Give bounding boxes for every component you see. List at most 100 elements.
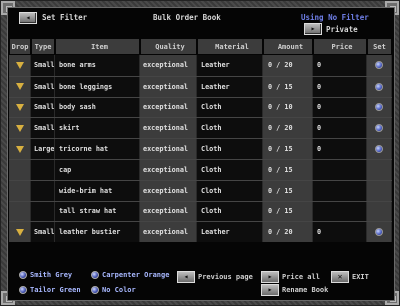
type-cell: Small [31, 55, 55, 76]
amount-cell: 0 / 15 [263, 159, 313, 180]
item-cell: bone leggings [55, 76, 140, 97]
type-cell: Small [31, 76, 55, 97]
material-cell: Cloth [197, 201, 263, 222]
drop-arrow-icon[interactable] [15, 103, 24, 111]
amount-cell: 0 / 10 [263, 97, 313, 118]
table-body: Small bone arms exceptional Leather 0 / 20 0 S… [9, 55, 392, 243]
radio-icon [91, 286, 99, 294]
smith-grey-label: Smith Grey [30, 271, 73, 279]
arrow-left-icon: ◂ [177, 271, 195, 283]
set-cell [367, 201, 392, 222]
price-all-button[interactable]: ▸ Price all [261, 271, 320, 283]
col-material: Material [197, 38, 263, 55]
price-cell: 0 [313, 139, 367, 159]
col-item: Item [55, 38, 140, 55]
price-cell: 0 [313, 118, 367, 139]
drop-arrow-icon[interactable] [15, 61, 24, 69]
price-cell: 0 [313, 55, 367, 76]
rename-book-label: Rename Book [282, 286, 329, 294]
previous-page-button[interactable]: ◂ Previous page [177, 271, 253, 283]
amount-cell: 0 / 15 [263, 180, 313, 201]
table-row: Small skirt exceptional Cloth 0 / 20 0 [9, 117, 392, 139]
tailor-green-label: Tailor Green [30, 286, 81, 294]
price-cell [313, 159, 367, 180]
drop-cell[interactable] [9, 118, 31, 139]
quality-cell: exceptional [140, 201, 197, 222]
col-quality: Quality [140, 38, 197, 55]
price-cell: 0 [313, 76, 367, 97]
exit-label: EXIT [352, 273, 369, 281]
private-toggle-button[interactable]: ▸ [304, 23, 322, 35]
arrow-right-icon: ▸ [310, 24, 316, 33]
drop-cell[interactable] [9, 55, 31, 76]
rename-book-button[interactable]: ▸ Rename Book [261, 284, 328, 296]
quality-cell: exceptional [140, 76, 197, 97]
set-gem-icon[interactable] [375, 82, 383, 91]
set-cell[interactable] [367, 76, 392, 97]
material-cell: Cloth [197, 159, 263, 180]
set-gem-icon[interactable] [375, 124, 383, 133]
set-gem-icon[interactable] [375, 145, 383, 154]
set-filter-button[interactable]: ◂ [19, 12, 37, 24]
type-cell [31, 201, 55, 222]
amount-cell: 0 / 20 [263, 55, 313, 76]
col-amount: Amount [263, 38, 313, 55]
set-gem-icon[interactable] [375, 103, 383, 112]
price-cell: 0 [313, 222, 367, 243]
drop-arrow-icon[interactable] [15, 83, 24, 91]
table-row: Small body sash exceptional Cloth 0 / 10 0 [9, 96, 392, 118]
type-cell: Small [31, 222, 55, 243]
item-cell: body sash [55, 97, 140, 118]
item-cell: leather bustier [55, 222, 140, 243]
drop-arrow-icon[interactable] [15, 145, 24, 153]
type-cell: Large [31, 139, 55, 159]
set-cell[interactable] [367, 222, 392, 243]
col-type: Type [31, 38, 55, 55]
filter-status: Using No Filter [301, 13, 369, 22]
amount-cell: 0 / 20 [263, 118, 313, 139]
set-gem-icon[interactable] [375, 228, 383, 237]
radio-icon [19, 271, 27, 279]
material-cell: Cloth [197, 118, 263, 139]
amount-cell: 0 / 15 [263, 76, 313, 97]
table-row: Large tricorne hat exceptional Cloth 0 / 15 0 [9, 138, 392, 159]
smith-grey-option[interactable]: Smith Grey [19, 271, 72, 279]
window-frame: ◂ Set Filter Bulk Order Book Using No Fi… [0, 0, 400, 306]
page-title: Bulk Order Book [153, 13, 221, 22]
no-color-label: No Color [102, 286, 136, 294]
drop-arrow-icon[interactable] [15, 124, 24, 132]
item-cell: wide-brim hat [55, 180, 140, 201]
drop-cell[interactable] [9, 139, 31, 159]
drop-cell[interactable] [9, 222, 31, 243]
type-cell [31, 159, 55, 180]
exit-button[interactable]: ✕ EXIT [331, 271, 369, 283]
type-cell: Small [31, 118, 55, 139]
amount-cell: 0 / 15 [263, 139, 313, 159]
arrow-right-icon: ▸ [261, 271, 279, 283]
set-cell[interactable] [367, 139, 392, 159]
carpenter-orange-option[interactable]: Carpenter Orange [91, 271, 169, 279]
price-cell [313, 201, 367, 222]
set-gem-icon[interactable] [375, 61, 383, 70]
set-cell[interactable] [367, 97, 392, 118]
col-set: Set [367, 38, 392, 55]
drop-arrow-icon[interactable] [15, 228, 24, 236]
material-cell: Leather [197, 76, 263, 97]
price-all-label: Price all [282, 273, 320, 281]
drop-cell[interactable] [9, 76, 31, 97]
set-cell[interactable] [367, 118, 392, 139]
close-icon: ✕ [331, 271, 349, 283]
set-cell[interactable] [367, 55, 392, 76]
material-cell: Cloth [197, 180, 263, 201]
no-color-option[interactable]: No Color [91, 286, 136, 294]
table-row: cap exceptional Cloth 0 / 15 [9, 158, 392, 180]
material-cell: Cloth [197, 139, 263, 159]
price-cell: 0 [313, 97, 367, 118]
tailor-green-option[interactable]: Tailor Green [19, 286, 81, 294]
drop-cell[interactable] [9, 97, 31, 118]
drop-cell [9, 201, 31, 222]
table-row: wide-brim hat exceptional Cloth 0 / 15 [9, 179, 392, 201]
item-cell: cap [55, 159, 140, 180]
table-row: Small leather bustier exceptional Leather 0 … [9, 221, 392, 243]
quality-cell: exceptional [140, 55, 197, 76]
